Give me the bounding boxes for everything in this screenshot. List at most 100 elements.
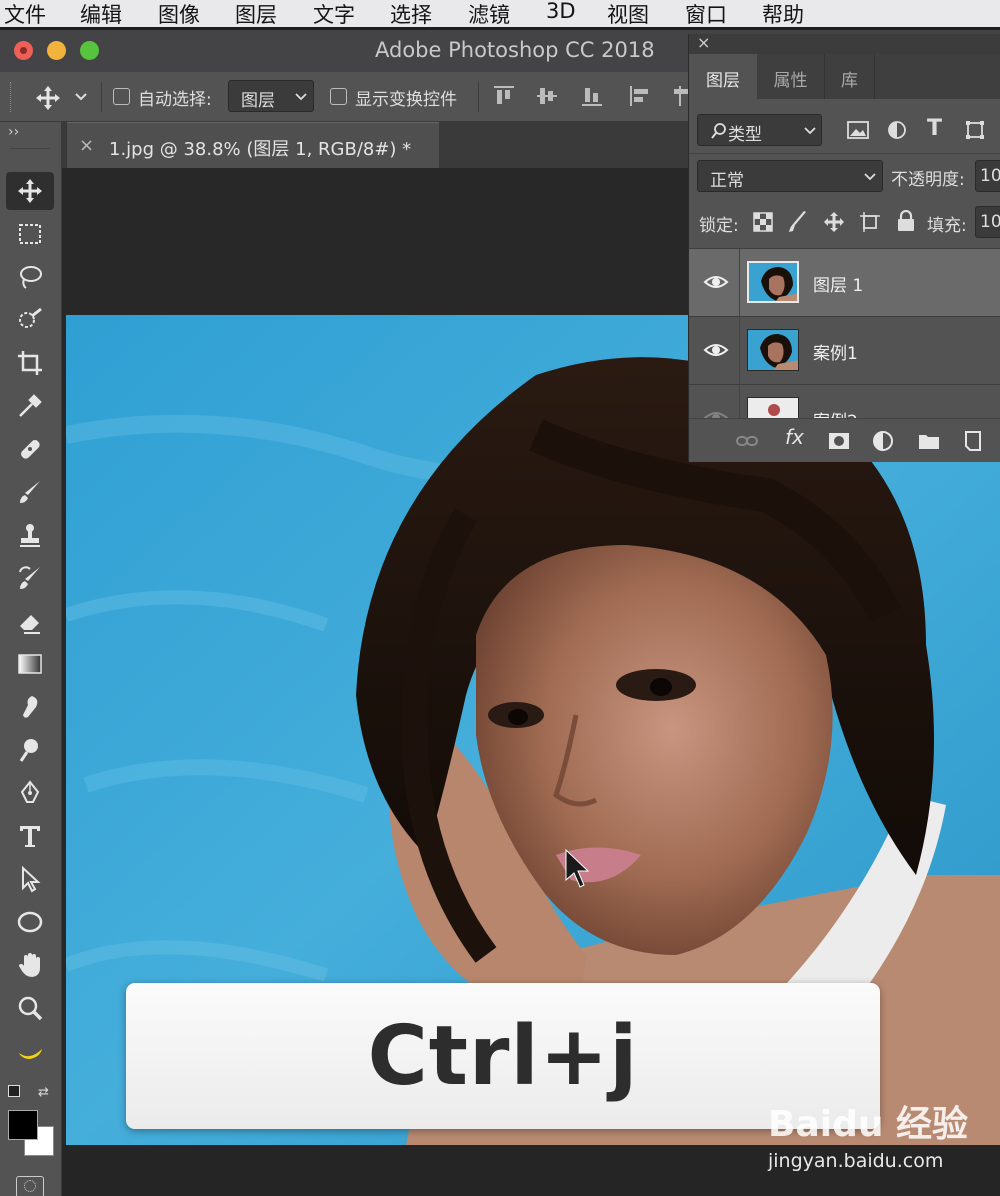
auto-select-dropdown[interactable]: 图层 [228,80,314,112]
layer-row[interactable]: 图层 1 [689,248,1000,317]
move-tool-icon[interactable] [34,84,62,112]
dodge-tool[interactable] [6,731,54,769]
eraser-tool[interactable] [6,602,54,640]
quick-mask-button[interactable] [16,1176,44,1196]
align-vertical-center-icon[interactable] [535,84,559,108]
ellipse-tool-icon [17,911,43,933]
menu-layer[interactable]: 图层 [235,0,277,27]
quick-select-tool[interactable] [6,301,54,339]
menu-edit[interactable]: 编辑 [80,0,122,27]
clone-stamp-tool[interactable] [6,516,54,554]
healing-brush-tool-icon [21,440,40,459]
opacity-label: 不透明度: [891,170,965,190]
shape-filter-icon[interactable] [965,120,985,140]
zoom-tool[interactable] [6,989,54,1027]
history-brush-tool[interactable] [6,559,54,597]
marquee-tool[interactable] [6,215,54,253]
lock-all-icon[interactable] [897,210,915,232]
folder-icon[interactable] [917,429,941,453]
layer-row[interactable]: 案例1 [689,316,1000,385]
mask-icon[interactable] [827,429,851,453]
layers-panel: × 图层 属性 库 类型 T 正常 不透明度: 10 锁定: 填充: 10 图层… [688,33,1000,462]
align-left-icon[interactable] [628,84,652,108]
smudge-tool-icon [23,696,38,718]
close-window-button[interactable] [14,41,33,60]
layer-thumbnail [747,329,799,371]
lock-transparency-icon[interactable] [753,212,773,232]
new-layer-icon[interactable] [961,429,985,453]
adjustment-icon[interactable] [871,429,895,453]
hand-tool[interactable] [6,946,54,984]
align-top-icon[interactable] [492,84,516,108]
layer-name[interactable]: 图层 1 [813,271,863,296]
align-bottom-icon[interactable] [580,84,604,108]
fill-label: 填充: [927,216,967,236]
menu-3d[interactable]: 3D [546,0,576,23]
menu-window[interactable]: 窗口 [685,0,727,27]
lock-artboard-icon[interactable] [859,211,881,233]
grip-handle[interactable] [10,82,12,112]
menu-image[interactable]: 图像 [158,0,200,27]
menu-view[interactable]: 视图 [607,0,649,27]
visibility-eye-icon[interactable] [703,269,729,295]
crop-tool[interactable] [6,344,54,382]
layer-name[interactable]: 案例2 [813,407,858,418]
eyedropper-tool[interactable] [6,387,54,425]
visibility-eye-icon[interactable] [703,405,729,418]
move-tool[interactable] [6,172,54,210]
close-tab-button[interactable]: × [79,135,94,156]
photoshop-window: 文件 编辑 图像 图层 文字 选择 滤镜 3D 视图 窗口 帮助 Adobe P… [0,0,1000,1196]
fill-input[interactable]: 10 [975,206,1000,238]
zoom-window-button[interactable] [80,41,99,60]
chevron-down-icon[interactable] [74,92,88,102]
tab-libraries[interactable]: 库 [825,54,875,99]
layer-filter-dropdown[interactable]: 类型 [697,114,822,146]
menu-help[interactable]: 帮助 [762,0,804,27]
default-colors-icon[interactable]: ⇄ [38,1085,49,1100]
lasso-tool[interactable] [6,258,54,296]
pen-tool[interactable] [6,774,54,812]
show-transform-checkbox[interactable] [330,88,347,105]
fx-icon[interactable]: fx [785,425,804,449]
link-icon[interactable] [735,429,759,453]
menu-filter[interactable]: 滤镜 [468,0,510,27]
chevron-down-icon [864,173,876,181]
tab-layers[interactable]: 图层 [689,54,757,99]
healing-brush-tool[interactable] [6,430,54,468]
smudge-tool[interactable] [6,688,54,726]
ellipse-tool[interactable] [6,903,54,941]
crop-tool-icon [18,351,42,375]
layer-row[interactable]: 案例2 [689,384,1000,418]
banana-tool[interactable] [6,1032,54,1070]
lock-pixels-icon[interactable] [787,210,809,234]
gradient-tool[interactable] [6,645,54,683]
document-tab-label: 1.jpg @ 38.8% (图层 1, RGB/8#) * [109,139,412,160]
type-tool[interactable] [6,817,54,855]
collapse-toolbar-button[interactable]: ›› [8,124,19,140]
layer-name[interactable]: 案例1 [813,339,858,364]
tab-properties[interactable]: 属性 [757,54,825,99]
image-filter-icon[interactable] [847,120,869,140]
visibility-eye-icon[interactable] [703,337,729,363]
foreground-color-swatch[interactable] [8,1110,38,1140]
blend-mode-dropdown[interactable]: 正常 [697,160,883,192]
menu-type[interactable]: 文字 [313,0,355,27]
align-horizontal-center-icon[interactable] [672,84,688,108]
close-panel-button[interactable]: × [697,33,710,52]
document-tab[interactable]: × 1.jpg @ 38.8% (图层 1, RGB/8#) * [67,122,439,168]
opacity-input[interactable]: 10 [975,160,1000,192]
lock-label: 锁定: [699,216,739,236]
menu-select[interactable]: 选择 [390,0,432,27]
path-selection-tool[interactable] [6,860,54,898]
type-filter-icon[interactable]: T [927,116,942,141]
auto-select-label: 自动选择: [138,90,212,110]
menu-file[interactable]: 文件 [4,0,46,27]
layer-filter-label: 类型 [728,125,762,145]
adjustment-filter-icon[interactable] [887,120,907,140]
swap-colors-icon[interactable] [8,1085,20,1097]
tools-panel: ›› ⇄ [0,122,62,1196]
brush-tool[interactable] [6,473,54,511]
minimize-window-button[interactable] [47,41,66,60]
auto-select-checkbox[interactable] [113,88,130,105]
lock-position-icon[interactable] [823,211,845,233]
